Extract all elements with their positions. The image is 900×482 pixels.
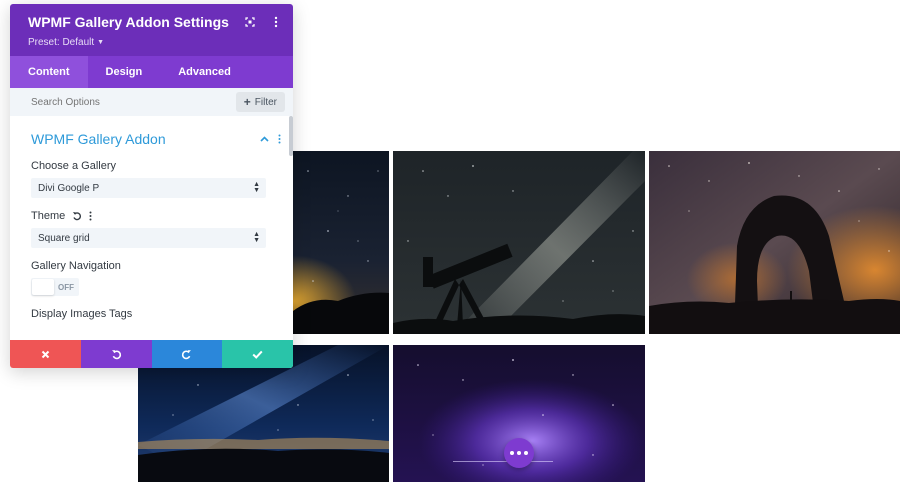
gallery-select[interactable]: Divi Google P ▲ ▼ <box>31 178 266 198</box>
settings-panel: WPMF Gallery Addon Settings Preset: Defa… <box>10 4 293 368</box>
theme-label-text: Theme <box>31 210 66 222</box>
navigation-field-label: Gallery Navigation <box>31 260 293 272</box>
undo-button[interactable] <box>80 340 152 368</box>
select-arrows-icon: ▲ ▼ <box>253 231 260 244</box>
cancel-button[interactable] <box>10 340 81 368</box>
tab-content[interactable]: Content <box>10 56 88 88</box>
section-header[interactable]: WPMF Gallery Addon <box>31 130 293 148</box>
toggle-state: OFF <box>58 282 74 292</box>
theme-select[interactable]: Square grid ▲ ▼ <box>31 228 266 248</box>
section-kebab-icon[interactable] <box>278 134 281 144</box>
caret-down-icon: ▼ <box>97 39 105 46</box>
preset-label: Preset: Default <box>28 37 95 48</box>
theme-select-value: Square grid <box>38 232 90 244</box>
gallery-select-value: Divi Google P <box>38 182 100 194</box>
theme-kebab-icon[interactable] <box>89 211 92 221</box>
gallery-image-delicate-arch-milky-way[interactable] <box>649 151 900 334</box>
gallery-image-telescope-milky-way[interactable] <box>393 151 645 334</box>
panel-title: WPMF Gallery Addon Settings <box>28 14 229 30</box>
kebab-menu-icon[interactable] <box>271 15 281 29</box>
checkmark-icon <box>252 350 263 359</box>
options-body: WPMF Gallery Addon Choose a Gallery Divi… <box>10 116 293 340</box>
action-bar <box>10 340 293 368</box>
search-row: + Filter <box>10 88 293 116</box>
plus-icon: + <box>243 95 251 109</box>
more-options-button[interactable] <box>504 438 534 468</box>
more-dots-icon <box>524 451 528 455</box>
gallery-label-text: Choose a Gallery <box>31 160 116 172</box>
tab-design[interactable]: Design <box>88 56 161 88</box>
cancel-x-icon <box>41 350 50 358</box>
search-options-input[interactable] <box>31 96 181 108</box>
reset-icon[interactable] <box>72 211 82 221</box>
gallery-field-label: Choose a Gallery <box>31 160 293 172</box>
section-title: WPMF Gallery Addon <box>31 131 166 147</box>
redo-button[interactable] <box>151 340 223 368</box>
navigation-toggle[interactable]: OFF <box>31 278 79 296</box>
select-arrows-icon: ▲ ▼ <box>253 181 260 194</box>
scrollbar[interactable] <box>289 116 293 156</box>
filter-button[interactable]: + Filter <box>235 92 285 112</box>
preset-selector[interactable]: Preset: Default ▼ <box>28 37 281 48</box>
tab-advanced[interactable]: Advanced <box>160 56 249 88</box>
filter-label: Filter <box>254 96 277 108</box>
more-dots-icon <box>517 451 521 455</box>
save-button[interactable] <box>222 340 293 368</box>
tags-field-label: Display Images Tags <box>31 308 293 320</box>
tags-label-text: Display Images Tags <box>31 308 133 320</box>
page: WPMF Gallery Addon Settings Preset: Defa… <box>0 0 900 482</box>
redo-icon <box>182 349 192 359</box>
screen-icon[interactable] <box>245 15 255 29</box>
theme-field-label: Theme <box>31 210 293 222</box>
more-dots-icon <box>510 451 514 455</box>
navigation-label-text: Gallery Navigation <box>31 260 121 272</box>
panel-header: WPMF Gallery Addon Settings Preset: Defa… <box>10 4 293 56</box>
chevron-up-icon[interactable] <box>260 136 269 142</box>
tab-bar: Content Design Advanced <box>10 56 293 88</box>
toggle-knob <box>32 279 54 295</box>
undo-icon <box>111 349 121 359</box>
